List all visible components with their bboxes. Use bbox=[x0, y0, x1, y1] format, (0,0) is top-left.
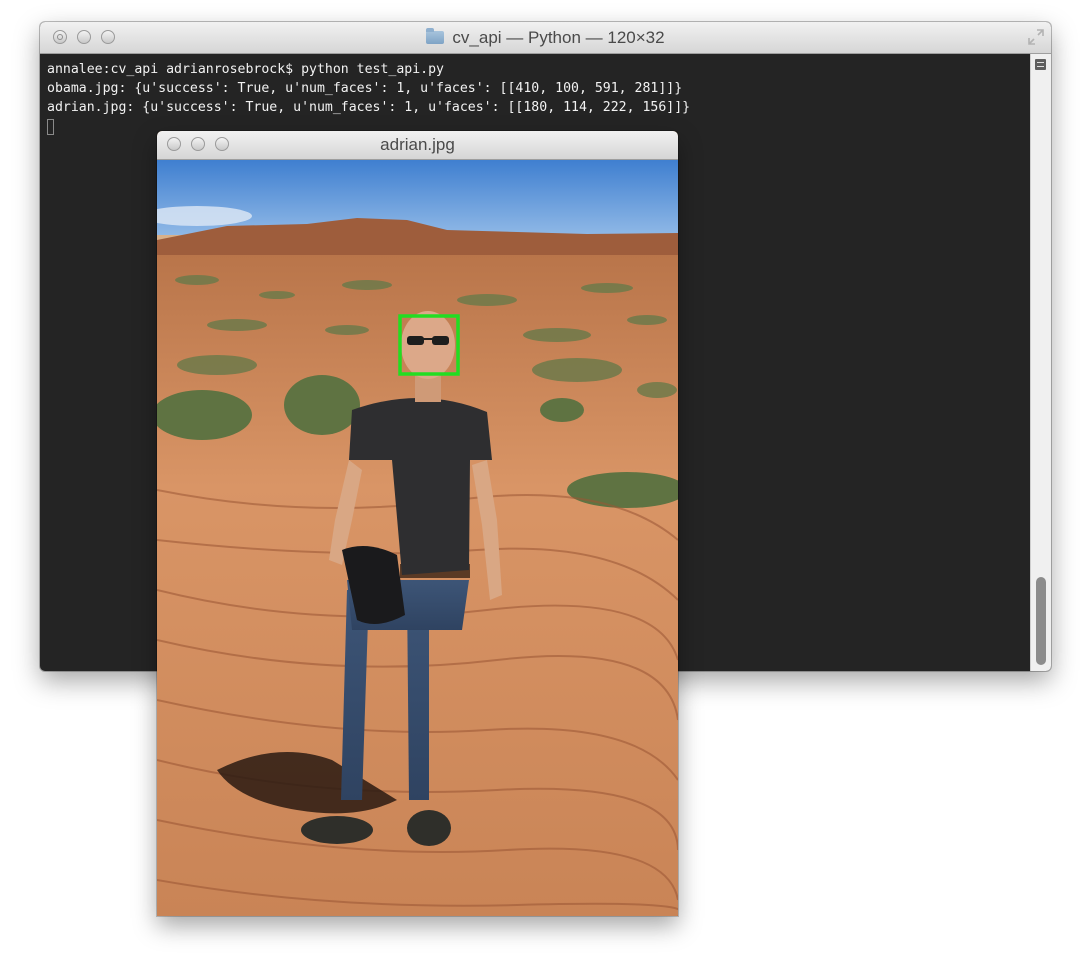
terminal-line-obama-result: obama.jpg: {u'success': True, u'num_face… bbox=[47, 81, 683, 96]
terminal-scrollbar[interactable] bbox=[1030, 54, 1051, 671]
folder-icon bbox=[426, 28, 445, 44]
terminal-cursor bbox=[47, 119, 54, 135]
image-window[interactable]: adrian.jpg bbox=[157, 131, 678, 916]
scrollbar-thumb[interactable] bbox=[1036, 577, 1046, 665]
terminal-title-label: cv_api — Python — 120×32 bbox=[452, 27, 665, 47]
terminal-title: cv_api — Python — 120×32 bbox=[40, 22, 1051, 53]
terminal-line-command: annalee:cv_api adrianrosebrock$ python t… bbox=[47, 62, 444, 77]
image-window-titlebar[interactable]: adrian.jpg bbox=[157, 131, 678, 160]
fullscreen-icon[interactable] bbox=[1027, 28, 1045, 46]
terminal-titlebar[interactable]: cv_api — Python — 120×32 bbox=[40, 22, 1051, 54]
photo-image bbox=[157, 160, 678, 916]
image-window-title: adrian.jpg bbox=[157, 131, 678, 159]
image-window-title-label: adrian.jpg bbox=[380, 135, 455, 154]
scrollbar-menu-icon[interactable] bbox=[1035, 59, 1046, 70]
terminal-line-adrian-result: adrian.jpg: {u'success': True, u'num_fac… bbox=[47, 100, 691, 115]
